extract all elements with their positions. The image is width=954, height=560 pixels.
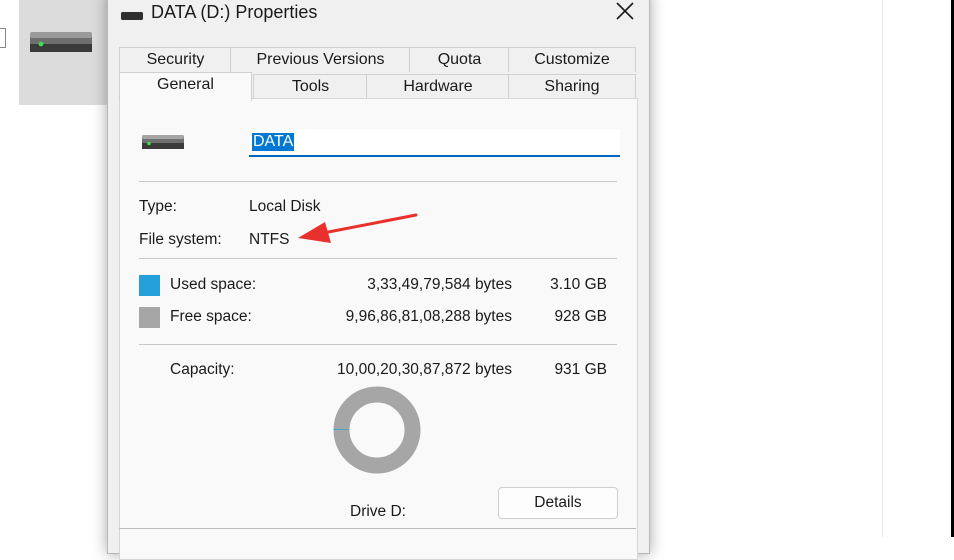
drive-icon [30,32,92,52]
divider [139,181,617,182]
capacity-label: Capacity: [170,361,235,378]
file-system-label: File system: [139,231,222,248]
used-space-label: Used space: [170,276,257,293]
drive-name-text: DATA [252,133,295,151]
tab-customize[interactable]: Customize [508,47,636,72]
tab-sharing[interactable]: Sharing [508,74,636,99]
used-space-swatch [139,275,160,296]
tab-hardware[interactable]: Hardware [366,74,510,99]
type-label: Type: [139,198,177,215]
scroll-edge [0,28,6,48]
capacity-bytes: 10,00,20,30,87,872 bytes [337,361,512,378]
free-space-bytes: 9,96,86,81,08,288 bytes [345,308,512,325]
details-button[interactable]: Details [498,487,618,519]
title-bar[interactable]: DATA (D:) Properties [108,0,649,33]
capacity-size: 931 GB [554,361,607,378]
free-space-swatch [139,307,160,328]
drive-icon [142,135,184,149]
tab-previous-versions[interactable]: Previous Versions [230,47,411,72]
properties-dialog: DATA (D:) Properties Security Previous V… [107,0,650,560]
window-title: DATA (D:) Properties [151,2,318,22]
free-space-size: 928 GB [554,308,607,325]
drive-title-icon [121,12,143,20]
tab-quota[interactable]: Quota [409,47,510,72]
free-space-label: Free space: [170,308,252,325]
tab-tools[interactable]: Tools [253,74,368,99]
drive-name-input[interactable]: DATA [249,129,620,157]
tab-security[interactable]: Security [119,47,232,72]
divider [882,0,883,537]
divider [119,528,636,529]
used-space-bytes: 3,33,49,79,584 bytes [367,276,512,293]
divider [139,344,617,345]
file-system-value: NTFS [249,231,290,248]
disk-usage-donut [333,386,421,474]
used-space-size: 3.10 GB [550,276,607,293]
drive-tile[interactable] [19,0,111,105]
tab-general[interactable]: General [119,72,252,101]
free-space-ring [333,386,421,474]
drive-caption: Drive D: [350,503,406,520]
divider [139,258,617,259]
close-icon [616,2,634,20]
close-button[interactable] [601,0,649,29]
type-value: Local Disk [249,198,321,215]
